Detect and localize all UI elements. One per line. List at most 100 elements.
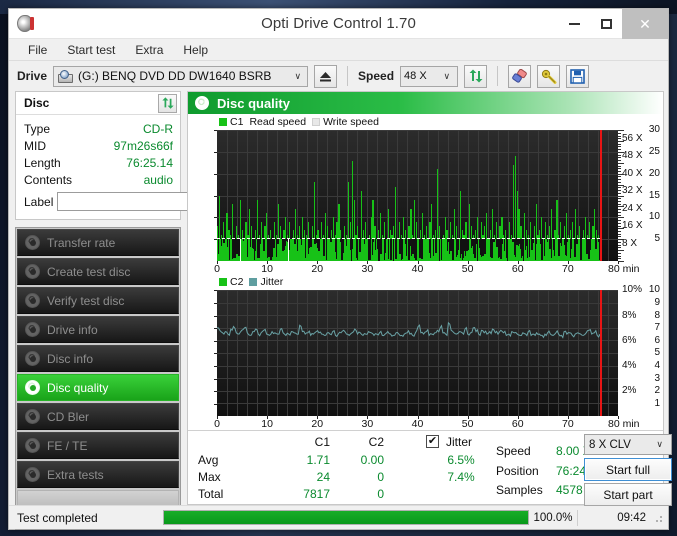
maximize-button[interactable] bbox=[590, 9, 622, 39]
sidebar-item-extra-tests[interactable]: Extra tests bbox=[17, 461, 179, 488]
bar-gap bbox=[257, 239, 259, 258]
sidebar-item-transfer-rate[interactable]: Transfer rate bbox=[17, 229, 179, 256]
close-button[interactable]: ✕ bbox=[622, 9, 668, 39]
left-sidebar: Disc Type CD-R MID 97m26s66f Length 76:2… bbox=[15, 91, 181, 505]
y-tick-mark-right bbox=[618, 258, 621, 259]
menu-start-test[interactable]: Start test bbox=[58, 41, 124, 59]
disc-icon bbox=[25, 235, 40, 250]
y-tick-mark-right bbox=[618, 231, 621, 232]
sidebar-label: Verify test disc bbox=[47, 294, 124, 308]
y-tick-mark bbox=[214, 404, 217, 405]
bar-gap bbox=[421, 239, 423, 250]
legend-entry-read-speed: Read speed bbox=[249, 116, 306, 128]
eject-button[interactable] bbox=[314, 65, 337, 88]
bar-gap bbox=[401, 239, 402, 260]
stats-col-jitter: Jitter bbox=[446, 435, 472, 449]
bar-gap bbox=[408, 239, 410, 260]
bar-gap bbox=[447, 239, 449, 251]
bar-gap bbox=[364, 239, 365, 244]
disc-icon bbox=[25, 467, 40, 482]
disc-value-length: 76:25.14 bbox=[126, 156, 173, 170]
eraser-button[interactable] bbox=[508, 65, 531, 88]
bar-gap bbox=[554, 239, 555, 256]
disc-refresh-button[interactable] bbox=[158, 94, 177, 113]
sidebar-item-disc-info[interactable]: Disc info bbox=[17, 345, 179, 372]
bar-gap bbox=[482, 239, 484, 256]
stats-max-c2: 0 bbox=[338, 470, 384, 484]
y-tick-label-right: 40 X bbox=[622, 169, 643, 179]
resize-grip-icon[interactable] bbox=[652, 512, 664, 524]
y-tick-mark bbox=[214, 316, 217, 317]
bar-gap bbox=[595, 239, 597, 249]
drive-select[interactable]: (G:) BENQ DVD DD DW1640 BSRB ∨ bbox=[53, 66, 308, 87]
menu-file[interactable]: File bbox=[19, 41, 56, 59]
refresh-button[interactable] bbox=[464, 65, 487, 88]
y-tick-mark-right bbox=[618, 217, 624, 218]
sidebar-item-fe-te[interactable]: FE / TE bbox=[17, 432, 179, 459]
speed-select[interactable]: 48 X ∨ bbox=[400, 66, 458, 87]
y-tick-mark-right bbox=[618, 160, 621, 161]
sidebar-label: Create test disc bbox=[47, 265, 130, 279]
app-disc-icon bbox=[16, 15, 34, 33]
status-bar: Test completed 100.0% 09:42 bbox=[9, 505, 668, 529]
x-tick-label: 70 bbox=[554, 264, 582, 275]
c2-jitter-chart: 1 2 3 4 5 6 7 8 9 10 2% 4% 6% 8% 10% 0 10 20 30 40 50 60 70 80 … bbox=[191, 288, 660, 430]
y-tick-mark-right bbox=[618, 253, 621, 254]
sidebar-label: Drive info bbox=[47, 323, 98, 337]
sidebar-item-create-test-disc[interactable]: Create test disc bbox=[17, 258, 179, 285]
bar-gap bbox=[218, 239, 220, 253]
bar-gap bbox=[574, 239, 575, 257]
y-tick-mark-right bbox=[618, 149, 621, 150]
end-marker bbox=[600, 130, 602, 261]
bar-gap bbox=[456, 239, 457, 257]
minimize-button[interactable] bbox=[558, 9, 590, 39]
y-tick-mark-right bbox=[618, 136, 621, 137]
bar-gap bbox=[305, 239, 307, 258]
bar-gap bbox=[514, 239, 515, 255]
sidebar-item-disc-quality[interactable]: Disc quality bbox=[17, 374, 179, 401]
y-tick-label-right: 4% bbox=[622, 361, 636, 371]
bar-gap bbox=[346, 239, 347, 246]
bar-gap bbox=[232, 239, 233, 244]
y-tick-mark bbox=[214, 239, 217, 240]
sidebar-label: Disc quality bbox=[47, 381, 108, 395]
stats-row-avg-label: Avg bbox=[198, 453, 218, 467]
key-button[interactable] bbox=[537, 65, 560, 88]
stats-panel: C1 C2 ✔ Jitter Avg 1.71 0.00 6.5% Max 24… bbox=[188, 430, 663, 504]
menu-extra[interactable]: Extra bbox=[126, 41, 172, 59]
start-full-button[interactable]: Start full bbox=[584, 458, 672, 481]
sidebar-item-drive-info[interactable]: Drive info bbox=[17, 316, 179, 343]
disc-label-input[interactable] bbox=[57, 192, 207, 211]
toolbar-divider bbox=[497, 66, 498, 86]
sidebar-item-cd-bler[interactable]: CD Bler bbox=[17, 403, 179, 430]
start-part-button[interactable]: Start part bbox=[584, 483, 672, 506]
y-tick-label-right: 48 X bbox=[622, 151, 643, 161]
bar-gap bbox=[415, 239, 417, 259]
stats-avg-jitter: 6.5% bbox=[438, 453, 484, 467]
save-button[interactable] bbox=[566, 65, 589, 88]
y-tick-label: 3 bbox=[638, 374, 660, 384]
write-mode-select[interactable]: 8 X CLV ∨ bbox=[584, 434, 672, 455]
sidebar-label: Extra tests bbox=[47, 468, 104, 482]
x-tick-label: 30 bbox=[353, 264, 381, 275]
y-tick-mark-right bbox=[618, 247, 621, 248]
bar-gap bbox=[368, 239, 370, 260]
bar-gap bbox=[330, 239, 332, 242]
jitter-checkbox[interactable]: ✔ bbox=[426, 435, 439, 448]
elapsed-time: 09:42 bbox=[578, 512, 652, 524]
bar-gap bbox=[270, 239, 272, 260]
y-tick-label: 2 bbox=[638, 386, 660, 396]
legend-label: Write speed bbox=[323, 116, 379, 128]
sidebar-label: Transfer rate bbox=[47, 236, 115, 250]
y-tick-mark-right bbox=[618, 152, 624, 153]
bar-gap bbox=[410, 239, 411, 242]
write-mode-value: 8 X CLV bbox=[589, 439, 631, 451]
toolbar-divider bbox=[347, 66, 348, 86]
y-tick-mark-right bbox=[618, 250, 624, 251]
bar-gap bbox=[485, 239, 486, 250]
menu-help[interactable]: Help bbox=[174, 41, 217, 59]
y-tick-mark bbox=[214, 366, 217, 367]
sidebar-item-verify-test-disc[interactable]: Verify test disc bbox=[17, 287, 179, 314]
bar-gap bbox=[229, 239, 230, 260]
bar-gap bbox=[277, 239, 279, 244]
